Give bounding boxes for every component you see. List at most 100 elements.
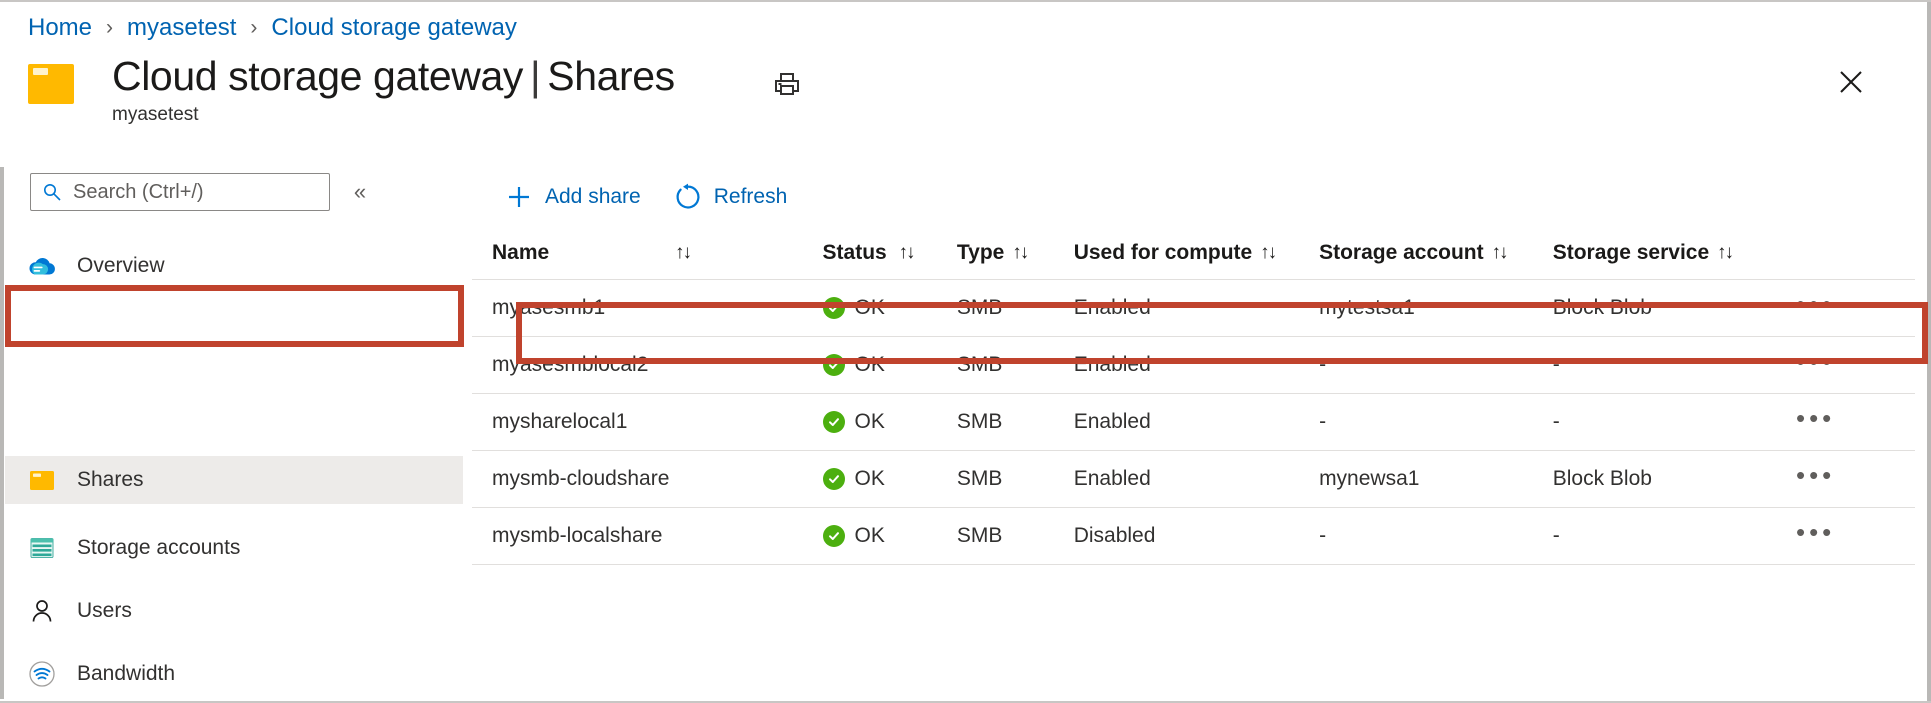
cell-storage-account: - [1319, 394, 1553, 451]
cell-used-for-compute: Enabled [1074, 337, 1319, 394]
sidebar-item-label: Storage accounts [77, 536, 240, 560]
table-row[interactable]: mysmb-cloudshareOKSMBEnabledmynewsa1Bloc… [472, 451, 1915, 508]
cell-actions: ••• [1775, 280, 1857, 337]
column-header-status[interactable]: Status ↑↓ [823, 227, 957, 280]
column-header-label: Type [957, 241, 1004, 264]
row-context-menu-button[interactable]: ••• [1775, 413, 1857, 431]
cell-type: SMB [957, 337, 1074, 394]
table-header-row: Name ↑↓ Status ↑↓ Type ↑↓ Used for com [472, 227, 1915, 280]
column-header-label: Storage service [1553, 241, 1709, 264]
folder-icon [25, 468, 59, 492]
search-icon [42, 182, 62, 202]
column-header-storage-account[interactable]: Storage account ↑↓ [1319, 227, 1553, 280]
cell-storage-account: - [1319, 337, 1553, 394]
plus-icon [504, 184, 534, 210]
column-header-pad [1857, 227, 1915, 280]
status-ok-icon [823, 411, 845, 433]
cell-name[interactable]: mysmb-cloudshare [472, 451, 823, 508]
table-row[interactable]: myasesmblocal2OKSMBEnabled--••• [472, 337, 1915, 394]
column-header-label: Used for compute [1074, 241, 1253, 264]
sidebar-item-label: Bandwidth [77, 662, 175, 686]
refresh-label: Refresh [714, 185, 788, 209]
cloud-icon [25, 255, 59, 277]
column-header-type[interactable]: Type ↑↓ [957, 227, 1074, 280]
table-row[interactable]: mysharelocal1OKSMBEnabled--••• [472, 394, 1915, 451]
breadcrumb: Home › myasetest › Cloud storage gateway [28, 10, 517, 46]
sort-icon[interactable]: ↑↓ [1012, 242, 1027, 264]
sort-icon[interactable]: ↑↓ [1491, 242, 1506, 264]
collapse-sidebar-button[interactable]: « [344, 177, 376, 207]
sidebar-item-storage-accounts[interactable]: Storage accounts [5, 524, 463, 572]
breadcrumb-separator-icon: › [250, 16, 257, 40]
row-context-menu-button[interactable]: ••• [1775, 470, 1857, 488]
page-subtitle: myasetest [112, 104, 199, 126]
sidebar-item-users[interactable]: Users [5, 587, 463, 635]
add-share-button[interactable]: Add share [504, 176, 641, 218]
sidebar-item-shares[interactable]: Shares [5, 456, 463, 504]
status-label: OK [855, 524, 885, 548]
column-header-label: Name [492, 241, 549, 264]
cell-status: OK [823, 337, 957, 394]
cell-actions: ••• [1775, 337, 1857, 394]
cell-used-for-compute: Enabled [1074, 394, 1319, 451]
status-ok-icon [823, 525, 845, 547]
user-icon [25, 598, 59, 624]
azure-blade: Home › myasetest › Cloud storage gateway… [0, 0, 1931, 703]
cell-storage-account: - [1319, 508, 1553, 565]
sort-icon[interactable]: ↑↓ [899, 242, 914, 264]
sort-icon[interactable]: ↑↓ [1260, 242, 1275, 264]
sidebar-item-bandwidth[interactable]: Bandwidth [5, 650, 463, 698]
cell-storage-service: - [1553, 508, 1775, 565]
column-header-actions [1775, 227, 1857, 280]
cell-pad [1857, 394, 1915, 451]
cell-used-for-compute: Enabled [1074, 280, 1319, 337]
column-header-storage-service[interactable]: Storage service ↑↓ [1553, 227, 1775, 280]
sidebar-item-label: Overview [77, 254, 165, 278]
table-row[interactable]: mysmb-localshareOKSMBDisabled--••• [472, 508, 1915, 565]
cell-storage-account: mytestsa1 [1319, 280, 1553, 337]
cell-type: SMB [957, 508, 1074, 565]
cell-pad [1857, 451, 1915, 508]
column-header-used-for-compute[interactable]: Used for compute ↑↓ [1074, 227, 1319, 280]
refresh-button[interactable]: Refresh [673, 176, 788, 218]
cell-storage-account: mynewsa1 [1319, 451, 1553, 508]
page-title: Cloud storage gateway|Shares [112, 52, 675, 100]
printer-icon[interactable] [768, 65, 806, 103]
cell-type: SMB [957, 394, 1074, 451]
page-title-section: Shares [547, 53, 675, 99]
cell-name[interactable]: mysmb-localshare [472, 508, 823, 565]
sort-icon[interactable]: ↑↓ [675, 242, 690, 264]
status-label: OK [855, 467, 885, 491]
search-box[interactable] [30, 173, 330, 211]
table-row[interactable]: myasesmb1OKSMBEnabledmytestsa1Block Blob… [472, 280, 1915, 337]
status-label: OK [855, 353, 885, 377]
cell-storage-service: - [1553, 394, 1775, 451]
page-title-resource: Cloud storage gateway [112, 53, 523, 99]
breadcrumb-item-home[interactable]: Home [28, 14, 92, 42]
row-context-menu-button[interactable]: ••• [1775, 527, 1857, 545]
refresh-icon [673, 183, 703, 211]
cell-name[interactable]: myasesmblocal2 [472, 337, 823, 394]
status-ok-icon [823, 468, 845, 490]
breadcrumb-item-cloud-storage-gateway[interactable]: Cloud storage gateway [271, 14, 516, 42]
sort-icon[interactable]: ↑↓ [1717, 242, 1732, 264]
sidebar-item-overview[interactable]: Overview [5, 242, 463, 290]
cell-used-for-compute: Enabled [1074, 451, 1319, 508]
row-context-menu-button[interactable]: ••• [1775, 356, 1857, 374]
cell-name[interactable]: mysharelocal1 [472, 394, 823, 451]
blade-sidebar: « Overview Shares [0, 167, 472, 699]
row-context-menu-button[interactable]: ••• [1775, 299, 1857, 317]
breadcrumb-item-myasetest[interactable]: myasetest [127, 14, 236, 42]
column-header-label: Storage account [1319, 241, 1484, 264]
search-input[interactable] [71, 180, 310, 205]
cell-pad [1857, 337, 1915, 394]
cell-name[interactable]: myasesmb1 [472, 280, 823, 337]
cell-status: OK [823, 451, 957, 508]
storage-accounts-icon [25, 536, 59, 560]
close-icon[interactable] [1831, 62, 1871, 102]
folder-icon [28, 64, 74, 104]
column-header-name[interactable]: Name ↑↓ [472, 227, 823, 280]
column-header-label: Status [823, 241, 887, 264]
cell-type: SMB [957, 280, 1074, 337]
cell-storage-service: - [1553, 337, 1775, 394]
